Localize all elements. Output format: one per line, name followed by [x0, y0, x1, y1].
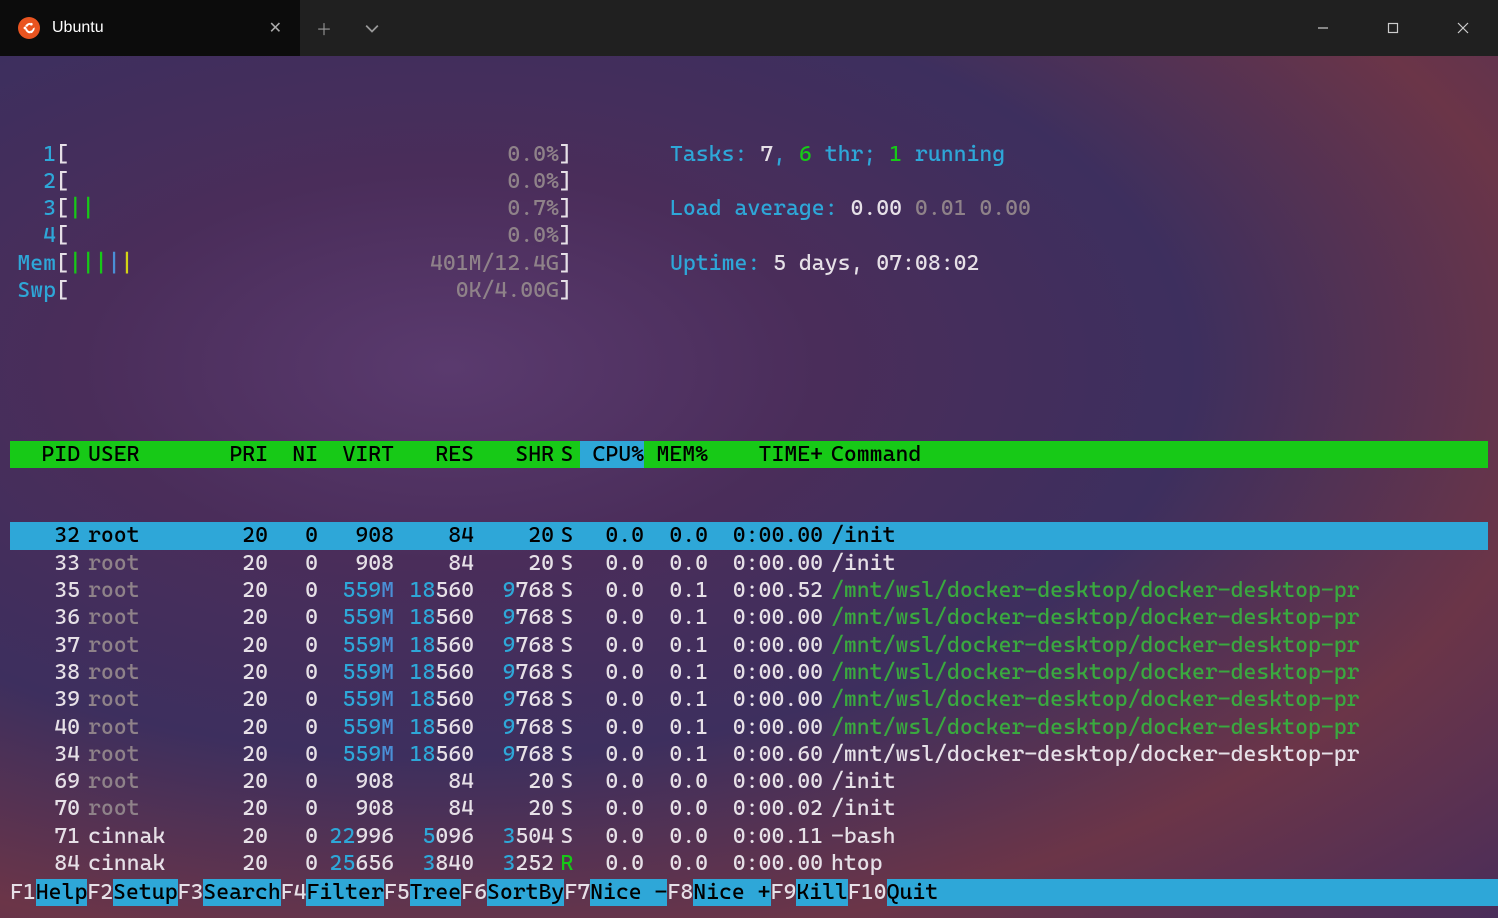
fkey-f9[interactable]: F9	[771, 879, 797, 906]
tab-label: Ubuntu	[52, 19, 253, 37]
swp-meter: Swp[0K/4.00G]	[10, 277, 670, 304]
process-row[interactable]: 38root200559M185609768S0.00.10:00.00/mnt…	[10, 659, 1488, 686]
flabel-f10[interactable]: Quit	[887, 879, 939, 906]
fkey-f7[interactable]: F7	[564, 879, 590, 906]
tab-dropdown-button[interactable]	[348, 0, 396, 56]
mem-meter: Mem[|||||401M/12.4G]	[10, 250, 670, 277]
cpu-meter-1: 1 [0.0%]	[10, 141, 670, 168]
flabel-f2[interactable]: Setup	[113, 879, 177, 906]
window-titlebar: Ubuntu ✕ ＋	[0, 0, 1498, 56]
terminal-output[interactable]: 1 [0.0%]2 [0.0%]3 [||0.7%]4 [0.0%]Mem[||…	[0, 56, 1498, 905]
fkey-f8[interactable]: F8	[667, 879, 693, 906]
process-row[interactable]: 40root200559M185609768S0.00.10:00.00/mnt…	[10, 714, 1488, 741]
process-row[interactable]: 32root2009088420S0.00.00:00.00/init	[10, 522, 1488, 549]
process-row[interactable]: 35root200559M185609768S0.00.10:00.52/mnt…	[10, 577, 1488, 604]
flabel-f6[interactable]: SortBy	[487, 879, 564, 906]
function-key-bar: F1Help F2Setup F3SearchF4FilterF5Tree F6…	[10, 879, 1498, 906]
fkey-f4[interactable]: F4	[281, 879, 307, 906]
process-row[interactable]: 39root200559M185609768S0.00.10:00.00/mnt…	[10, 686, 1488, 713]
fkey-f6[interactable]: F6	[461, 879, 487, 906]
tab-close-button[interactable]: ✕	[265, 18, 286, 38]
process-row[interactable]: 33root2009088420S0.00.00:00.00/init	[10, 550, 1488, 577]
tabs-area: Ubuntu ✕ ＋	[0, 0, 396, 56]
flabel-f4[interactable]: Filter	[306, 879, 383, 906]
window-controls	[1288, 0, 1498, 56]
maximize-button[interactable]	[1358, 0, 1428, 56]
fkey-f10[interactable]: F10	[848, 879, 887, 906]
cpu-meter-4: 4 [0.0%]	[10, 222, 670, 249]
flabel-f8[interactable]: Nice +	[693, 879, 770, 906]
new-tab-button[interactable]: ＋	[300, 0, 348, 56]
close-button[interactable]	[1428, 0, 1498, 56]
fkey-f2[interactable]: F2	[87, 879, 113, 906]
minimize-button[interactable]	[1288, 0, 1358, 56]
fkey-f3[interactable]: F3	[178, 879, 204, 906]
flabel-f9[interactable]: Kill	[796, 879, 848, 906]
uptime-line: Uptime: 5 days, 07:08:02	[670, 250, 1488, 277]
process-row[interactable]: 70root2009088420S0.00.00:00.02/init	[10, 795, 1488, 822]
cpu-meter-3: 3 [||0.7%]	[10, 195, 670, 222]
flabel-f1[interactable]: Help	[36, 879, 88, 906]
process-row[interactable]: 37root200559M185609768S0.00.10:00.00/mnt…	[10, 632, 1488, 659]
footer-pad	[938, 879, 1498, 906]
fkey-f1[interactable]: F1	[10, 879, 36, 906]
cpu-meter-2: 2 [0.0%]	[10, 168, 670, 195]
flabel-f7[interactable]: Nice -	[590, 879, 667, 906]
process-row[interactable]: 84cinnak2002565638403252R0.00.00:00.00ht…	[10, 850, 1488, 877]
process-row[interactable]: 34root200559M185609768S0.00.10:00.60/mnt…	[10, 741, 1488, 768]
flabel-f5[interactable]: Tree	[410, 879, 462, 906]
flabel-f3[interactable]: Search	[203, 879, 280, 906]
tab-ubuntu[interactable]: Ubuntu ✕	[0, 0, 300, 56]
fkey-f5[interactable]: F5	[384, 879, 410, 906]
load-average-line: Load average: 0.00 0.01 0.00	[670, 195, 1488, 222]
process-row[interactable]: 69root2009088420S0.00.00:00.00/init	[10, 768, 1488, 795]
process-row[interactable]: 71cinnak2002299650963504S0.00.00:00.11-b…	[10, 823, 1488, 850]
process-row[interactable]: 36root200559M185609768S0.00.10:00.00/mnt…	[10, 604, 1488, 631]
process-header-row[interactable]: PIDUSERPRINIVIRTRESSHRSCPU%MEM%TIME+Comm…	[10, 441, 1488, 468]
tasks-line: Tasks: 7, 6 thr; 1 running	[670, 141, 1488, 168]
ubuntu-icon	[18, 17, 40, 39]
